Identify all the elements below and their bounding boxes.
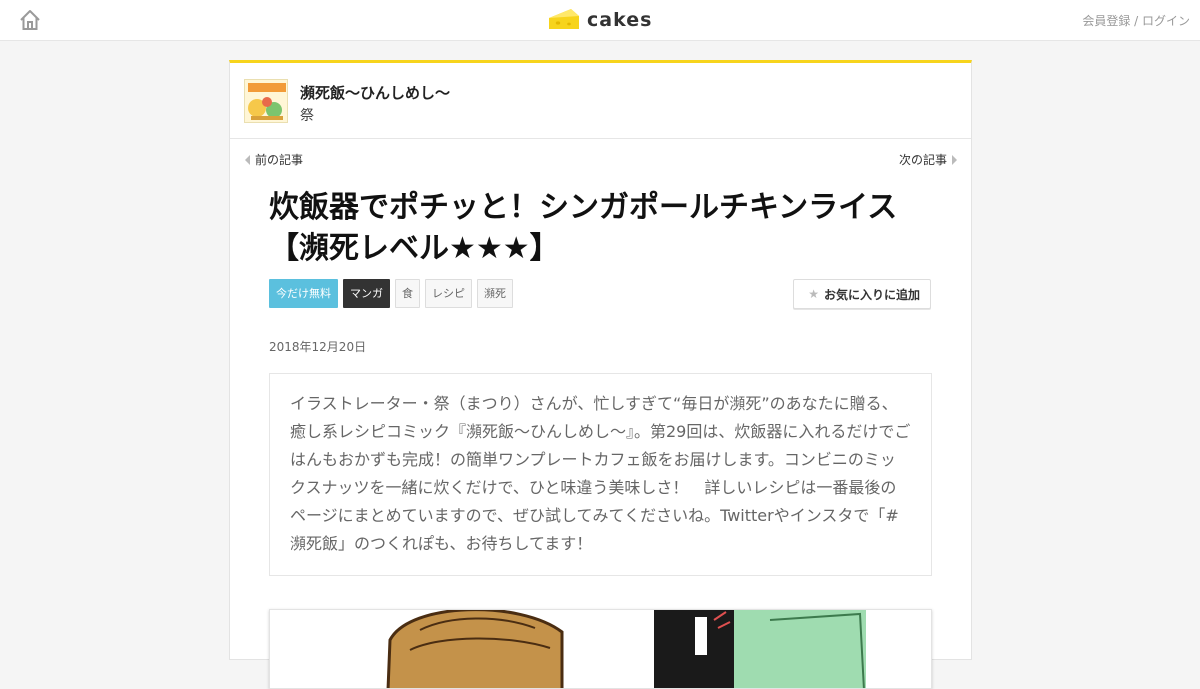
tag-free[interactable]: 今だけ無料	[269, 279, 338, 308]
next-article-link[interactable]: 次の記事	[899, 151, 957, 168]
add-favorite-label: お気に入りに追加	[823, 287, 920, 302]
logo-text: cakes	[587, 9, 653, 31]
article-title: 炊飯器でポチッと！シンガポールチキンライス【瀕死レベル★★★】	[269, 190, 898, 266]
arrow-right-icon	[952, 154, 957, 165]
series-thumbnail[interactable]	[244, 79, 288, 123]
tag-list: 今だけ無料 マンガ 食 レシピ 瀕死	[269, 279, 513, 308]
article-pager: 前の記事 次の記事	[230, 139, 971, 175]
top-bar: cakes 会員登録 / ログイン	[0, 0, 1200, 41]
prev-article-label: 前の記事	[255, 153, 304, 167]
add-favorite-button[interactable]: ★ お気に入りに追加	[793, 279, 931, 309]
prev-article-link[interactable]: 前の記事	[245, 151, 303, 168]
cheese-logo-icon	[549, 9, 579, 29]
tag-food[interactable]: 食	[395, 279, 420, 308]
arrow-left-icon	[245, 154, 250, 165]
series-header: 瀕死飯～ひんしめし～ 祭	[230, 63, 971, 139]
home-icon[interactable]	[18, 8, 42, 32]
signup-login-link[interactable]: 会員登録 / ログイン	[1082, 12, 1190, 29]
series-title[interactable]: 瀕死飯～ひんしめし～	[300, 82, 450, 103]
comic-image	[269, 609, 932, 689]
publish-date: 2018年12月20日	[269, 340, 367, 354]
series-author[interactable]: 祭	[300, 105, 314, 125]
next-article-label: 次の記事	[898, 153, 947, 167]
tag-hinshi[interactable]: 瀕死	[477, 279, 513, 308]
tag-recipe[interactable]: レシピ	[425, 279, 472, 308]
article-card: 瀕死飯～ひんしめし～ 祭 前の記事 次の記事 炊飯器でポチッと！シンガポールチキ…	[229, 60, 972, 689]
article-lead: イラストレーター・祭（まつり）さんが、忙しすぎて“毎日が瀕死”のあなたに贈る、癒…	[269, 373, 932, 576]
site-logo[interactable]: cakes	[547, 6, 652, 34]
star-icon: ★	[808, 287, 819, 301]
tag-manga[interactable]: マンガ	[343, 279, 390, 308]
